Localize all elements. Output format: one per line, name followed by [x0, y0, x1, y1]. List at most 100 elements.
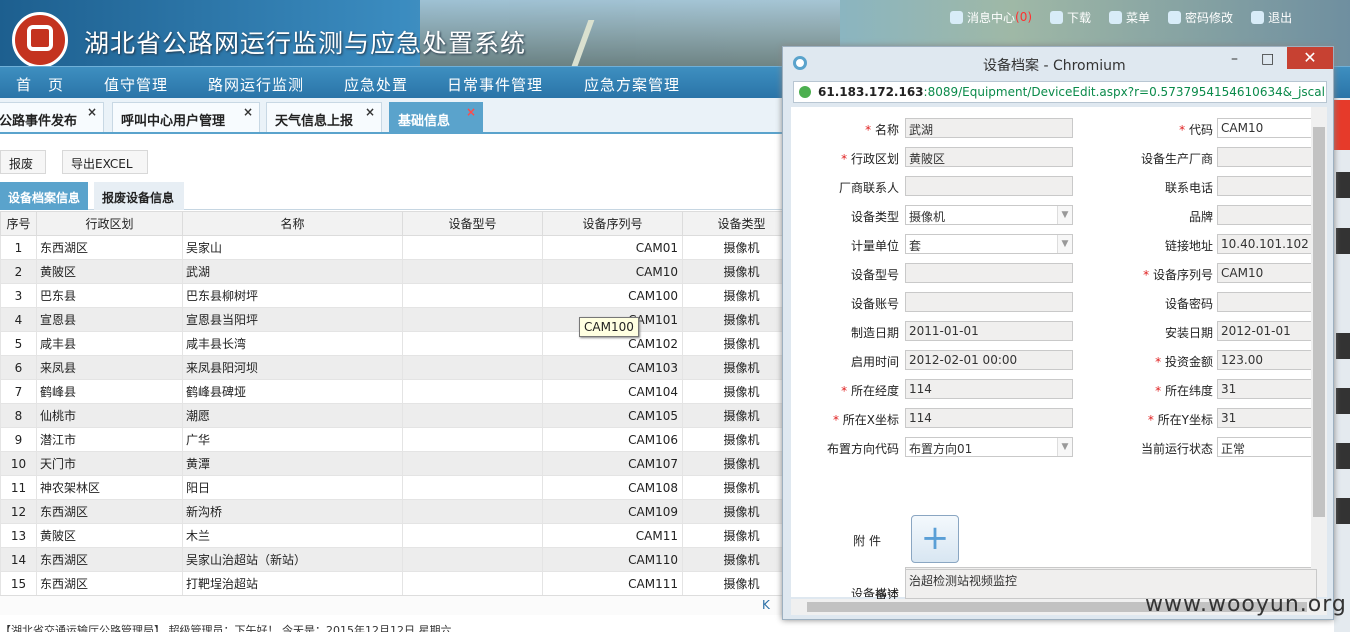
tab-weather-report[interactable]: 天气信息上报 × [266, 102, 382, 132]
logout-link[interactable]: 退出 [1251, 6, 1292, 28]
tab-scrapped-devices[interactable]: 报废设备信息 [94, 182, 184, 210]
table-row[interactable]: 13 黄陂区 木兰 CAM11 摄像机 [0, 523, 790, 548]
maker-field[interactable] [1217, 147, 1317, 167]
phone-field[interactable] [1217, 176, 1317, 196]
tab-road-event-publish[interactable]: 公路事件发布 × [0, 102, 104, 132]
close-icon[interactable]: × [365, 105, 375, 119]
close-window-button[interactable]: ✕ [1287, 47, 1333, 69]
password-change-link[interactable]: 密码修改 [1168, 6, 1233, 28]
table-row[interactable]: 15 东西湖区 打靶埕治超站 CAM111 摄像机 [0, 571, 790, 595]
link-label: 链接地址 [1164, 239, 1213, 253]
maker-label: 设备生产厂商 [1140, 152, 1213, 166]
menu-road-monitor[interactable]: 路网运行监测 [208, 74, 304, 95]
table-row[interactable]: 11 神农架林区 阳日 CAM108 摄像机 [0, 475, 790, 500]
status-field[interactable]: 正常 [1217, 437, 1317, 457]
menu-link[interactable]: 菜单 [1109, 6, 1150, 28]
menu-daily-events[interactable]: 日常事件管理 [447, 74, 543, 95]
menu-duty[interactable]: 值守管理 [104, 74, 168, 95]
model-field[interactable] [905, 263, 1073, 283]
tab-device-records[interactable]: 设备档案信息 [0, 182, 88, 210]
contact-field[interactable] [905, 176, 1073, 196]
column-header[interactable]: 名称 [182, 211, 403, 236]
mfg-date-field[interactable]: 2011-01-01 [905, 321, 1073, 341]
sub-tabs: 设备档案信息 报废设备信息 [0, 182, 790, 210]
table-cell: 鹤峰县碑垭 [182, 379, 403, 404]
download-link[interactable]: 下载 [1050, 6, 1091, 28]
close-icon[interactable]: × [87, 105, 97, 119]
table-row[interactable]: 1 东西湖区 吴家山 CAM01 摄像机 [0, 235, 790, 260]
table-row[interactable]: 5 咸丰县 咸丰县长湾 CAM102 摄像机 [0, 331, 790, 356]
name-field[interactable]: 武湖 [905, 118, 1073, 138]
address-bar[interactable]: 61.183.172.163:8089/Equipment/DeviceEdit… [793, 81, 1327, 103]
brand-field[interactable] [1217, 205, 1317, 225]
start-date-label: 启用时间 [850, 355, 899, 369]
column-header[interactable]: 设备型号 [402, 211, 543, 236]
unit-label: 计量单位 [850, 239, 899, 253]
region-field[interactable]: 黄陂区 [905, 147, 1073, 167]
type-label: 设备类型 [850, 210, 899, 224]
tab-callcenter-users[interactable]: 呼叫中心用户管理 × [112, 102, 260, 132]
add-attachment-button[interactable]: + [911, 515, 959, 563]
attachment-label: 附 件 [853, 534, 881, 548]
window-titlebar[interactable]: 设备档案 - Chromium – □ ✕ [783, 47, 1333, 79]
table-cell: 潮愿 [182, 403, 403, 428]
export-excel-button[interactable]: 导出EXCEL [62, 150, 148, 174]
table-row[interactable]: 10 天门市 黄潭 CAM107 摄像机 [0, 451, 790, 476]
column-header[interactable]: 设备序列号 [542, 211, 683, 236]
table-row[interactable]: 14 东西湖区 吴家山治超站（新站） CAM110 摄像机 [0, 547, 790, 572]
code-field[interactable]: CAM10 [1217, 118, 1317, 138]
table-row[interactable]: 6 来凤县 来凤县阳河坝 CAM103 摄像机 [0, 355, 790, 380]
tab-basic-info[interactable]: 基础信息 × [389, 102, 483, 132]
close-icon[interactable]: × [466, 105, 476, 119]
minimize-icon[interactable]: – [1231, 51, 1238, 67]
remark-label: 备注 [874, 589, 899, 599]
scrap-button[interactable]: 报废 [0, 150, 46, 174]
direction-select[interactable]: 布置方向01 ▼ [905, 437, 1073, 457]
unit-select[interactable]: 套 ▼ [905, 234, 1073, 254]
table-cell: 武湖 [182, 259, 403, 284]
install-date-field[interactable]: 2012-01-01 [1217, 321, 1317, 341]
first-page-button[interactable]: K [762, 598, 770, 612]
longitude-field[interactable]: 114 [905, 379, 1073, 399]
y-coord-label: * 所在Y坐标 [1147, 413, 1213, 427]
table-row[interactable]: 8 仙桃市 潮愿 CAM105 摄像机 [0, 403, 790, 428]
investment-field[interactable]: 123.00 [1217, 350, 1317, 370]
table-cell: CAM100 [542, 283, 683, 308]
message-center-link[interactable]: 消息中心 (0) [950, 6, 1032, 28]
y-coord-field[interactable]: 31 [1217, 408, 1317, 428]
latitude-field[interactable]: 31 [1217, 379, 1317, 399]
device-table: 序号 行政区划 名称 设备型号 设备序列号 设备类型 1 东西湖区 吴家山 CAM01… [0, 211, 790, 595]
table-cell: 15 [0, 571, 37, 595]
serial-field[interactable]: CAM10 [1217, 263, 1317, 283]
table-row[interactable]: 7 鹤峰县 鹤峰县碑垭 CAM104 摄像机 [0, 379, 790, 404]
table-row[interactable]: 3 巴东县 巴东县柳树坪 CAM100 摄像机 [0, 283, 790, 308]
table-cell: 摄像机 [682, 475, 790, 500]
table-row[interactable]: 2 黄陂区 武湖 CAM10 摄像机 [0, 259, 790, 284]
table-cell: 摄像机 [682, 307, 790, 332]
table-cell: 14 [0, 547, 37, 572]
table-row[interactable]: 12 东西湖区 新沟桥 CAM109 摄像机 [0, 499, 790, 524]
table-cell: 新沟桥 [182, 499, 403, 524]
column-header[interactable]: 设备类型 [682, 211, 790, 236]
table-row[interactable]: 9 潜江市 广华 CAM106 摄像机 [0, 427, 790, 452]
account-field[interactable] [905, 292, 1073, 312]
maximize-icon[interactable]: □ [1261, 51, 1274, 67]
table-cell: 黄潭 [182, 451, 403, 476]
table-cell: 东西湖区 [36, 571, 183, 595]
device-type-select[interactable]: 摄像机 ▼ [905, 205, 1073, 225]
menu-emergency[interactable]: 应急处置 [344, 74, 408, 95]
logout-icon [1251, 10, 1265, 24]
x-coord-field[interactable]: 114 [905, 408, 1073, 428]
table-cell: 来凤县 [36, 355, 183, 380]
close-icon[interactable]: × [243, 105, 253, 119]
column-header[interactable]: 序号 [0, 211, 37, 236]
menu-emergency-plans[interactable]: 应急方案管理 [584, 74, 680, 95]
table-row[interactable]: 4 宣恩县 宣恩县当阳坪 CAM101 摄像机 [0, 307, 790, 332]
link-field[interactable]: 10.40.101.102 [1217, 234, 1317, 254]
vertical-scrollbar[interactable] [1311, 107, 1327, 597]
table-cell [402, 523, 543, 548]
menu-home[interactable]: 首 页 [16, 74, 64, 95]
start-date-field[interactable]: 2012-02-01 00:00 [905, 350, 1073, 370]
column-header[interactable]: 行政区划 [36, 211, 183, 236]
password-field[interactable] [1217, 292, 1317, 312]
